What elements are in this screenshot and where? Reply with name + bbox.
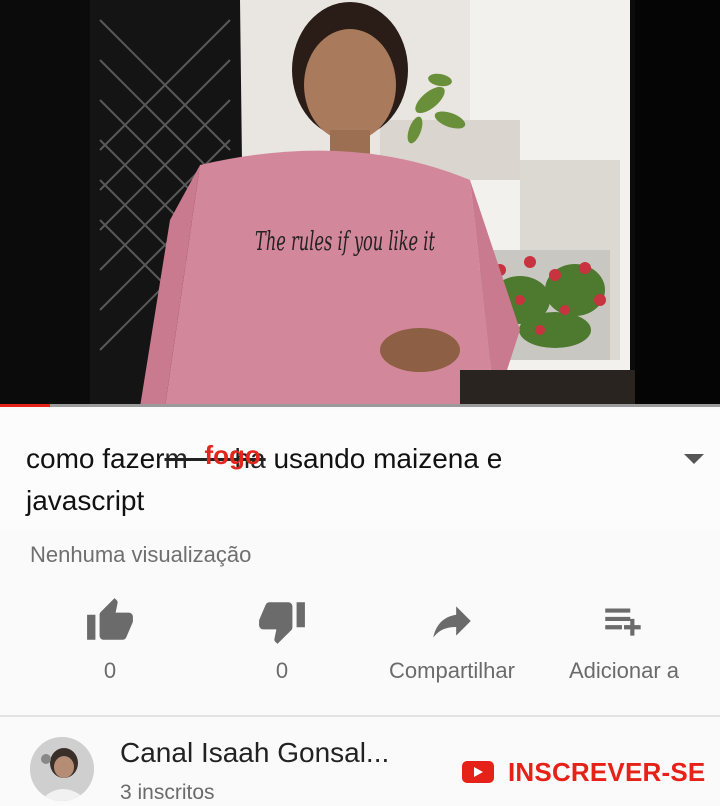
title-text-before: como fazer — [26, 443, 165, 474]
avatar-image — [30, 737, 94, 801]
add-to-playlist-icon — [605, 608, 641, 636]
like-button[interactable]: 0 — [78, 596, 142, 684]
expand-chevron-icon[interactable] — [684, 454, 704, 464]
shirt-text: The rules if you like it — [255, 227, 435, 257]
add-to-label: Adicionar a — [568, 658, 680, 683]
dislike-button[interactable]: 0 — [250, 596, 314, 684]
subscribe-label: INSCREVER-SE — [508, 756, 706, 787]
thumbs-down-icon — [259, 602, 305, 644]
channel-avatar[interactable] — [30, 737, 94, 801]
like-count: 0 — [103, 658, 117, 683]
title-line-2: javascript — [26, 485, 145, 516]
add-to-playlist-button[interactable]: Adicionar a — [554, 596, 694, 684]
share-button[interactable]: Compartilhar — [372, 596, 532, 684]
video-progress-bar[interactable] — [0, 404, 720, 407]
dislike-count: 0 — [275, 658, 289, 683]
section-divider — [0, 715, 720, 717]
video-progress-played — [0, 404, 51, 407]
channel-name[interactable]: Canal Isaah Gonsal... — [120, 737, 389, 769]
title-struck-word-wrapper: m ha fogo — [165, 438, 266, 480]
title-correction-word: fogo — [204, 440, 261, 470]
share-label: Compartilhar — [389, 658, 515, 683]
view-count: Nenhuma visualização — [30, 542, 252, 567]
video-title: como fazerm ha fogo usando maizena e java… — [26, 438, 626, 522]
youtube-logo-icon — [462, 761, 494, 783]
title-text-after: usando maizena e — [273, 443, 503, 474]
share-arrow-icon — [433, 606, 471, 638]
video-frame-image: The rules if you like it — [0, 0, 720, 407]
subscribe-button[interactable]: INSCREVER-SE — [462, 757, 705, 787]
video-title-section: como fazerm ha fogo usando maizena e java… — [0, 410, 720, 530]
video-player[interactable]: The rules if you like it — [0, 0, 720, 407]
thumbs-up-icon — [87, 598, 133, 640]
subscriber-count: 3 inscritos — [120, 781, 215, 804]
